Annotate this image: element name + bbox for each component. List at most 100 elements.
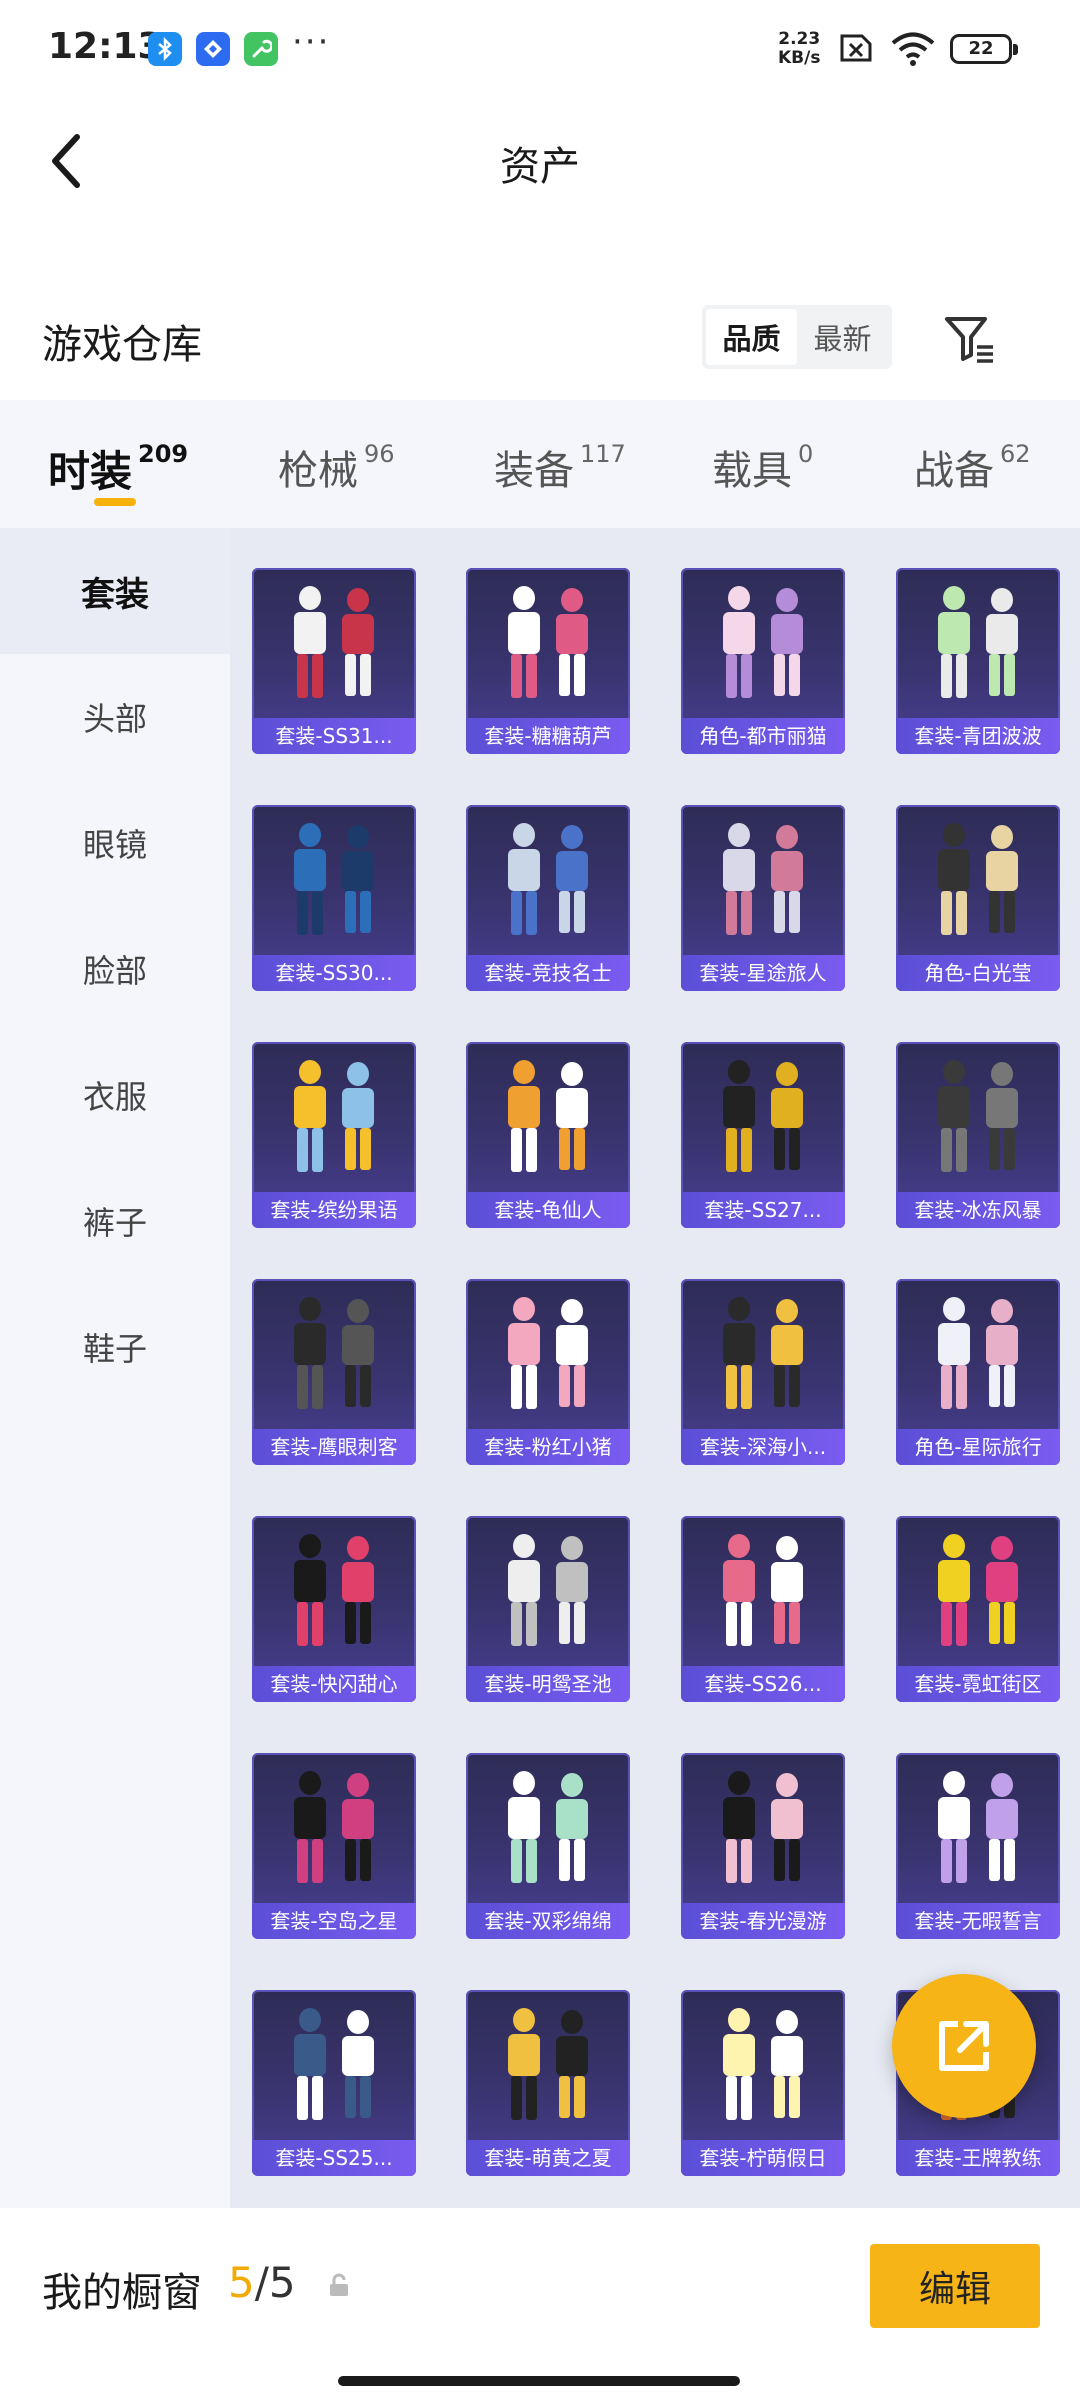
outfit-card-label: 套装-霓虹街区 — [896, 1666, 1060, 1702]
tab-label: 时装 — [48, 447, 133, 496]
outfit-card[interactable]: 套装-SS31... — [252, 568, 416, 754]
outfit-thumbnail — [508, 1297, 588, 1409]
outfit-card[interactable]: 套装-鹰眼刺客 — [252, 1279, 416, 1465]
subcategory-sidebar: 套装 头部 眼镜 脸部 衣服 裤子 鞋子 — [0, 528, 230, 2208]
item-grid: 套装-SS31... 套装-糖糖葫芦 角色-都市丽猫 套装-青团波波套装-SS30..… — [230, 528, 1080, 2208]
sidebar-item-pants[interactable]: 裤子 — [0, 1158, 230, 1284]
outfit-card[interactable]: 套装-冰冻风暴 — [896, 1042, 1060, 1228]
outfit-card-label: 套装-鹰眼刺客 — [252, 1429, 416, 1465]
outfit-card[interactable]: 套装-粉红小猪 — [466, 1279, 630, 1465]
warehouse-title: 游戏仓库 — [42, 322, 202, 368]
outfit-thumbnail — [508, 1534, 588, 1646]
outfit-card[interactable]: 套装-深海小... — [681, 1279, 845, 1465]
outfit-card[interactable]: 套装-快闪甜心 — [252, 1516, 416, 1702]
outfit-thumbnail — [723, 586, 803, 698]
outfit-card-label: 套装-无暇誓言 — [896, 1903, 1060, 1939]
active-tab-indicator — [94, 498, 136, 506]
sidebar-item-shoes[interactable]: 鞋子 — [0, 1284, 230, 1410]
tab-count: 62 — [1000, 440, 1031, 468]
outfit-card[interactable]: 套装-SS27... — [681, 1042, 845, 1228]
outfit-card[interactable]: 套装-柠萌假日 — [681, 1990, 845, 2176]
app-diamond-icon — [196, 32, 230, 66]
outfit-thumbnail — [723, 823, 803, 935]
tab-label: 枪械 — [278, 448, 358, 494]
outfit-card[interactable]: 套装-缤纷果语 — [252, 1042, 416, 1228]
outfit-card[interactable]: 套装-萌黄之夏 — [466, 1990, 630, 2176]
lock-icon — [326, 2272, 352, 2302]
network-speed-value: 2.23 — [778, 29, 821, 49]
outfit-thumbnail — [723, 1534, 803, 1646]
outfit-thumbnail — [938, 823, 1018, 935]
outfit-card[interactable]: 角色-星际旅行 — [896, 1279, 1060, 1465]
showcase-label: 我的橱窗 — [42, 2270, 202, 2316]
sort-option-quality[interactable]: 品质 — [706, 309, 797, 365]
outfit-thumbnail — [938, 1534, 1018, 1646]
outfit-card[interactable]: 套装-霓虹街区 — [896, 1516, 1060, 1702]
filter-button[interactable] — [938, 308, 1000, 370]
outfit-card[interactable]: 套装-星途旅人 — [681, 805, 845, 991]
tab-vehicles[interactable]: 载具 0 — [712, 438, 813, 498]
outfit-card[interactable]: 套装-SS30... — [252, 805, 416, 991]
sort-toggle: 品质 最新 — [702, 305, 892, 369]
outfit-thumbnail — [508, 1060, 588, 1172]
outfit-card-label: 套装-青团波波 — [896, 718, 1060, 754]
outfit-card-label: 角色-都市丽猫 — [681, 718, 845, 754]
outfit-thumbnail — [294, 1297, 374, 1409]
outfit-thumbnail — [723, 1060, 803, 1172]
tab-equipment[interactable]: 装备 117 — [494, 438, 626, 498]
outfit-card[interactable]: 套装-SS25... — [252, 1990, 416, 2176]
outfit-card[interactable]: 角色-都市丽猫 — [681, 568, 845, 754]
header: 资产 — [0, 100, 1080, 230]
tab-count: 96 — [364, 440, 395, 468]
outfit-card[interactable]: 套装-龟仙人 — [466, 1042, 630, 1228]
sidebar-item-face[interactable]: 脸部 — [0, 906, 230, 1032]
page-title: 资产 — [500, 144, 580, 190]
home-indicator[interactable] — [338, 2376, 740, 2386]
outfit-card[interactable]: 套装-明鸳圣池 — [466, 1516, 630, 1702]
tab-guns[interactable]: 枪械 96 — [278, 438, 395, 498]
outfit-card[interactable]: 套装-无暇誓言 — [896, 1753, 1060, 1939]
tab-label: 战备 — [914, 448, 994, 494]
outfit-card-label: 套装-糖糖葫芦 — [466, 718, 630, 754]
tab-supplies[interactable]: 战备 62 — [914, 438, 1031, 498]
outfit-card[interactable]: 套装-青团波波 — [896, 568, 1060, 754]
outfit-thumbnail — [294, 1060, 374, 1172]
outfit-thumbnail — [723, 2008, 803, 2120]
outfit-card-label: 套装-竞技名士 — [466, 955, 630, 991]
outfit-card[interactable]: 套装-春光漫游 — [681, 1753, 845, 1939]
edit-button[interactable]: 编辑 — [870, 2244, 1040, 2328]
outfit-card[interactable]: 角色-白光莹 — [896, 805, 1060, 991]
outfit-card-label: 套装-冰冻风暴 — [896, 1192, 1060, 1228]
sidebar-item-glasses[interactable]: 眼镜 — [0, 780, 230, 906]
outfit-thumbnail — [723, 1297, 803, 1409]
outfit-card[interactable]: 套装-空岛之星 — [252, 1753, 416, 1939]
outfit-thumbnail — [294, 1771, 374, 1883]
outfit-card[interactable]: 套装-双彩绵绵 — [466, 1753, 630, 1939]
outfit-thumbnail — [294, 823, 374, 935]
outfit-thumbnail — [508, 1771, 588, 1883]
outfit-thumbnail — [938, 1771, 1018, 1883]
external-link-icon — [939, 2021, 989, 2071]
outfit-card-label: 套装-王牌教练 — [896, 2140, 1060, 2176]
network-speed: 2.23 KB/s — [778, 30, 820, 68]
showcase-separator: / — [254, 2258, 269, 2307]
outfit-card-label: 套装-萌黄之夏 — [466, 2140, 630, 2176]
sort-option-newest[interactable]: 最新 — [797, 309, 888, 365]
outfit-card-label: 角色-白光莹 — [896, 955, 1060, 991]
share-fab-button[interactable] — [892, 1974, 1036, 2118]
outfit-card[interactable]: 套装-SS26... — [681, 1516, 845, 1702]
outfit-thumbnail — [938, 586, 1018, 698]
outfit-thumbnail — [294, 586, 374, 698]
outfit-thumbnail — [938, 1297, 1018, 1409]
outfit-card-label: 套装-深海小... — [681, 1429, 845, 1465]
outfit-card-label: 角色-星际旅行 — [896, 1429, 1060, 1465]
outfit-card[interactable]: 套装-竞技名士 — [466, 805, 630, 991]
no-sim-icon — [836, 30, 874, 70]
tab-fashion[interactable]: 时装 209 — [48, 438, 188, 498]
outfit-card[interactable]: 套装-糖糖葫芦 — [466, 568, 630, 754]
warehouse-header: 游戏仓库 品质 最新 — [0, 290, 1080, 390]
outfit-thumbnail — [508, 2008, 588, 2120]
sidebar-item-suit[interactable]: 套装 — [0, 528, 230, 654]
sidebar-item-head[interactable]: 头部 — [0, 654, 230, 780]
sidebar-item-clothes[interactable]: 衣服 — [0, 1032, 230, 1158]
